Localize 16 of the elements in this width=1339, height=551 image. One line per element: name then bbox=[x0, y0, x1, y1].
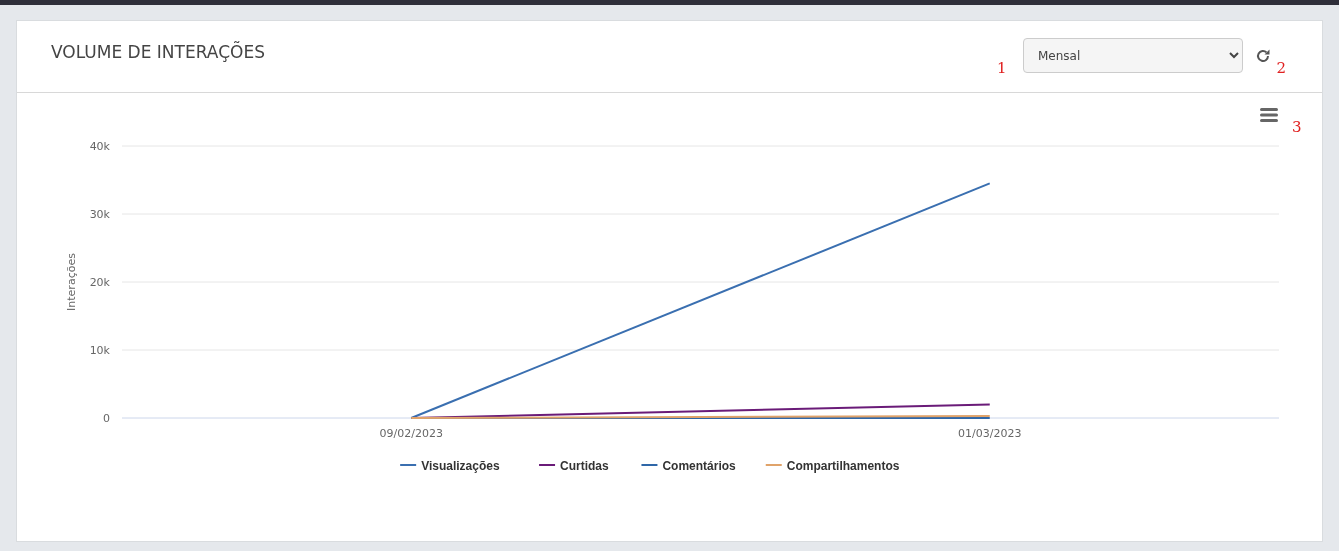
y-tick-label: 20k bbox=[89, 276, 110, 289]
y-tick-label: 10k bbox=[89, 344, 110, 357]
annotation-number: 2 bbox=[1276, 59, 1286, 77]
y-axis-title: Interações bbox=[65, 253, 78, 311]
annotation-number: 3 bbox=[1292, 118, 1302, 136]
legend-label: Compartilhamentos bbox=[786, 459, 900, 473]
y-tick-label: 30k bbox=[89, 208, 110, 221]
legend-label: Curtidas bbox=[560, 459, 610, 473]
x-tick-label: 09/02/2023 bbox=[379, 427, 443, 440]
annotation-number: 1 bbox=[997, 59, 1007, 77]
card-title: VOLUME DE INTERAÇÕES bbox=[51, 42, 265, 62]
legend-label: Comentários bbox=[662, 459, 737, 473]
y-tick-label: 0 bbox=[103, 412, 110, 425]
y-tick-label: 40k bbox=[89, 140, 110, 153]
x-tick-label: 01/03/2023 bbox=[958, 427, 1022, 440]
legend-label: Visualizações bbox=[421, 459, 500, 473]
